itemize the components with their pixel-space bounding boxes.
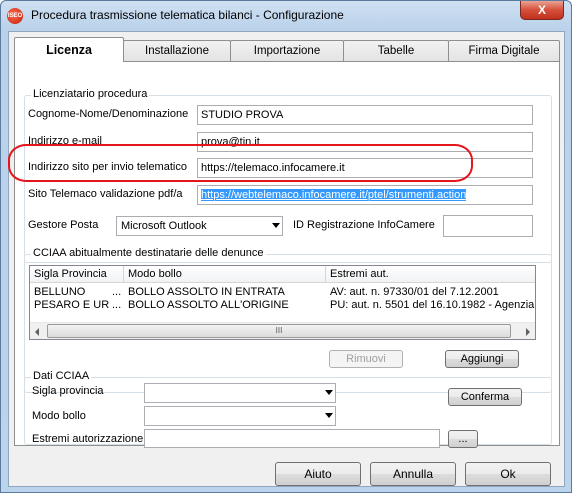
- row-estremi: PU: aut. n. 5501 del 16.10.1982 - Agenzi…: [330, 299, 535, 311]
- column-header-sigla[interactable]: Sigla Provincia: [30, 266, 124, 283]
- app-logo-icon: ISEO: [7, 8, 23, 24]
- sito-invio-field[interactable]: https://telemaco.infocamere.it: [197, 158, 533, 178]
- gestore-posta-label: Gestore Posta: [28, 219, 99, 231]
- cognome-label: Cognome-Nome/Denominazione: [28, 108, 189, 120]
- aiuto-button[interactable]: Aiuto: [275, 462, 361, 486]
- licenziatario-caption: Licenziatario procedura: [31, 88, 150, 100]
- row-modo-bollo: BOLLO ASSOLTO ALL'ORIGINE: [128, 299, 289, 311]
- window-title: Procedura trasmissione telematica bilanc…: [31, 8, 344, 22]
- id-registrazione-label: ID Registrazione InfoCamere: [293, 219, 435, 231]
- modo-bollo-label: Modo bollo: [32, 410, 86, 422]
- sigla-provincia-select[interactable]: [144, 383, 336, 403]
- chevron-down-icon: [272, 223, 280, 228]
- dialog-client-area: Licenza Installazione Importazione Tabel…: [8, 31, 565, 487]
- title-bar[interactable]: ISEO Procedura trasmissione telematica b…: [1, 1, 571, 31]
- tab-importazione[interactable]: Importazione: [230, 40, 344, 61]
- tab-installazione[interactable]: Installazione: [123, 40, 231, 61]
- cciaa-list-caption: CCIAA abitualmente destinatarie delle de…: [31, 247, 266, 259]
- column-header-estremi[interactable]: Estremi aut.: [326, 266, 535, 283]
- cciaa-listview[interactable]: Sigla Provincia Modo bollo Estremi aut. …: [29, 265, 536, 340]
- row-estremi: AV: aut. n. 97330/01 del 7.12.2001: [330, 286, 499, 298]
- modo-bollo-select[interactable]: [144, 406, 336, 426]
- ok-button[interactable]: Ok: [465, 462, 551, 486]
- scroll-left-icon[interactable]: [35, 328, 39, 336]
- scroll-right-icon[interactable]: [526, 328, 530, 336]
- gestore-posta-select[interactable]: Microsoft Outlook: [116, 216, 283, 236]
- browse-button[interactable]: ...: [448, 430, 478, 448]
- scroll-thumb[interactable]: III: [47, 324, 511, 338]
- tab-licenza[interactable]: Licenza: [14, 37, 124, 62]
- annulla-button[interactable]: Annulla: [370, 462, 456, 486]
- cognome-field[interactable]: STUDIO PROVA: [197, 105, 533, 125]
- tab-firma-digitale[interactable]: Firma Digitale: [448, 40, 560, 61]
- conferma-button[interactable]: Conferma: [448, 388, 522, 406]
- horizontal-scrollbar[interactable]: III: [30, 322, 535, 339]
- aggiungi-button[interactable]: Aggiungi: [445, 350, 519, 368]
- sito-invio-label: Indirizzo sito per invio telematico: [28, 161, 187, 173]
- column-header-modo-bollo[interactable]: Modo bollo: [124, 266, 326, 283]
- id-registrazione-field[interactable]: [443, 215, 533, 237]
- config-window: ISEO Procedura trasmissione telematica b…: [0, 0, 572, 493]
- close-button[interactable]: X: [520, 1, 564, 20]
- dati-cciaa-caption: Dati CCIAA: [31, 370, 92, 382]
- validazione-label: Sito Telemaco validazione pdf/a: [28, 188, 183, 200]
- validazione-selected-text: https://webtelemaco.infocamere.it/ptel/s…: [201, 189, 467, 201]
- email-field[interactable]: prova@tin.it: [197, 132, 533, 152]
- tab-tabelle[interactable]: Tabelle: [343, 40, 449, 61]
- estremi-autorizzazione-label: Estremi autorizzazione: [32, 433, 144, 445]
- chevron-down-icon: [325, 390, 333, 395]
- chevron-down-icon: [325, 413, 333, 418]
- row-modo-bollo: BOLLO ASSOLTO IN ENTRATA: [128, 286, 285, 298]
- validazione-field[interactable]: https://webtelemaco.infocamere.it/ptel/s…: [197, 185, 533, 205]
- row-sigla: BELLUNO: [34, 286, 86, 298]
- row-sigla: PESARO E URB...: [34, 299, 110, 311]
- sigla-provincia-label: Sigla provincia: [32, 385, 104, 397]
- email-label: Indirizzo e-mail: [28, 135, 102, 147]
- estremi-autorizzazione-field[interactable]: [144, 429, 440, 448]
- gestore-posta-value: Microsoft Outlook: [121, 220, 207, 232]
- licenza-tab-panel: Licenziatario procedura Cognome-Nome/Den…: [14, 61, 560, 448]
- rimuovi-button[interactable]: Rimuovi: [329, 350, 403, 368]
